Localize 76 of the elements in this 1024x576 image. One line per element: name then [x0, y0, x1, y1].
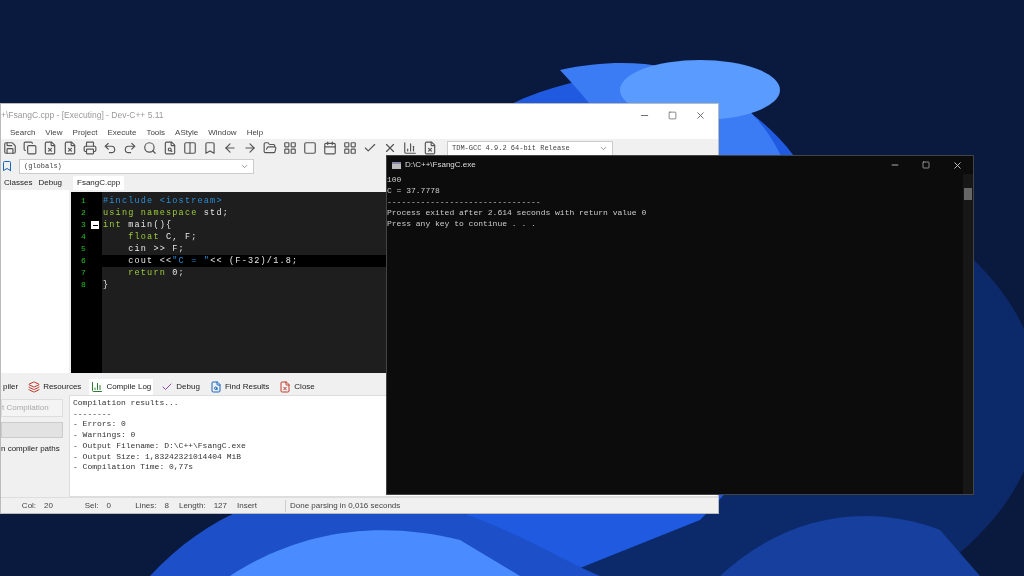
line-number: 6	[81, 255, 86, 267]
status-value: Insert	[237, 499, 257, 512]
status-value: 8	[164, 499, 169, 512]
line-number: 5	[81, 243, 86, 255]
line-number: 7	[81, 267, 86, 279]
code-line: }	[102, 279, 111, 291]
log-line: --------	[73, 408, 113, 420]
console-line: Process exited after 2.614 seconds with return value 0	[387, 207, 648, 218]
output-tab[interactable]: piler	[1, 378, 21, 395]
status-value: 0	[106, 499, 111, 512]
status-value: Done parsing in 0,016 seconds	[290, 499, 401, 512]
close-icon[interactable]	[695, 109, 706, 121]
code-line: using namespace std;	[102, 207, 231, 219]
output-tab[interactable]: Find Results	[207, 378, 272, 395]
panel-tab[interactable]: Classes	[1, 176, 36, 190]
code-line: cin >> F;	[127, 243, 186, 255]
output-tab[interactable]: Compile Log	[89, 378, 154, 395]
log-line: - Output Size: 1,83242321014404 MiB	[73, 451, 243, 463]
menu-item[interactable]: Project	[72, 126, 98, 139]
log-line: - Compilation Time: 0,77s	[73, 462, 195, 473]
menu-item[interactable]: View	[45, 126, 63, 139]
console-line: 100	[387, 174, 403, 185]
console-line: C = 37.7778	[387, 185, 441, 196]
menu-item[interactable]: AStyle	[175, 126, 199, 139]
menu-item[interactable]: Execute	[107, 126, 137, 139]
tiles-icon[interactable]	[341, 139, 359, 157]
panel-tab[interactable]: Debug	[35, 176, 66, 190]
find-icon	[209, 380, 222, 393]
save-icon[interactable]	[1, 139, 19, 157]
status-value: 20	[44, 499, 53, 512]
bar-chart-icon	[91, 380, 104, 393]
code-line: return 0;	[127, 267, 186, 279]
line-number: 3	[81, 219, 86, 231]
status-label: Lines:	[135, 499, 157, 512]
menu-item[interactable]: Help	[246, 126, 264, 139]
line-number: 2	[81, 207, 86, 219]
search-icon[interactable]	[141, 139, 159, 157]
console-line: --------------------------------	[387, 196, 542, 207]
menu-item[interactable]: Search	[10, 126, 36, 139]
code-line: #include <iostream>	[102, 195, 224, 207]
line-number: 1	[81, 195, 86, 207]
window-title: D:\C++\FsangC.exe	[405, 159, 476, 171]
bookmark-icon[interactable]	[1, 160, 13, 172]
bar-chart-icon[interactable]	[401, 139, 419, 157]
console-icon	[392, 161, 401, 169]
copy-icon[interactable]	[21, 139, 39, 157]
status-label: Length:	[178, 499, 206, 512]
menu-item[interactable]: Tools	[146, 126, 166, 139]
fold-icon[interactable]	[91, 221, 99, 229]
output-tab[interactable]: Close	[277, 378, 317, 395]
columns-icon[interactable]	[181, 139, 199, 157]
log-line: - Output Filename: D:\C++\FsangC.exe	[73, 440, 247, 452]
printer-icon[interactable]	[81, 139, 99, 157]
status-label: Col:	[21, 499, 37, 512]
window-title: +\FsangC.cpp - [Executing] - Dev-C++ 5.11	[1, 108, 164, 122]
output-tab[interactable]: Debug	[159, 378, 202, 395]
window-icon[interactable]	[301, 139, 319, 157]
status-value: 127	[213, 499, 227, 512]
file-tab[interactable]: FsangC.cpp	[73, 176, 125, 190]
code-line: int main(){	[102, 219, 174, 231]
log-line: Compilation results...	[73, 398, 180, 409]
line-number: 4	[81, 231, 86, 243]
menu-item[interactable]: Window	[208, 126, 237, 139]
log-line: - Warnings: 0	[73, 430, 137, 441]
status-label: Sel:	[84, 499, 99, 512]
line-number: 8	[81, 279, 86, 291]
close-icon[interactable]	[952, 159, 963, 171]
output-tab[interactable]: Resources	[26, 378, 84, 395]
close-icon	[279, 380, 292, 393]
grid-icon[interactable]	[281, 139, 299, 157]
code-line: float C, F;	[127, 231, 199, 243]
log-line: - Errors: 0	[73, 419, 127, 431]
layers-icon	[28, 380, 41, 393]
compiler-paths-label: n compiler paths	[1, 443, 61, 455]
console-line: Press any key to continue . . .	[387, 218, 537, 229]
calendar-icon[interactable]	[321, 139, 339, 157]
